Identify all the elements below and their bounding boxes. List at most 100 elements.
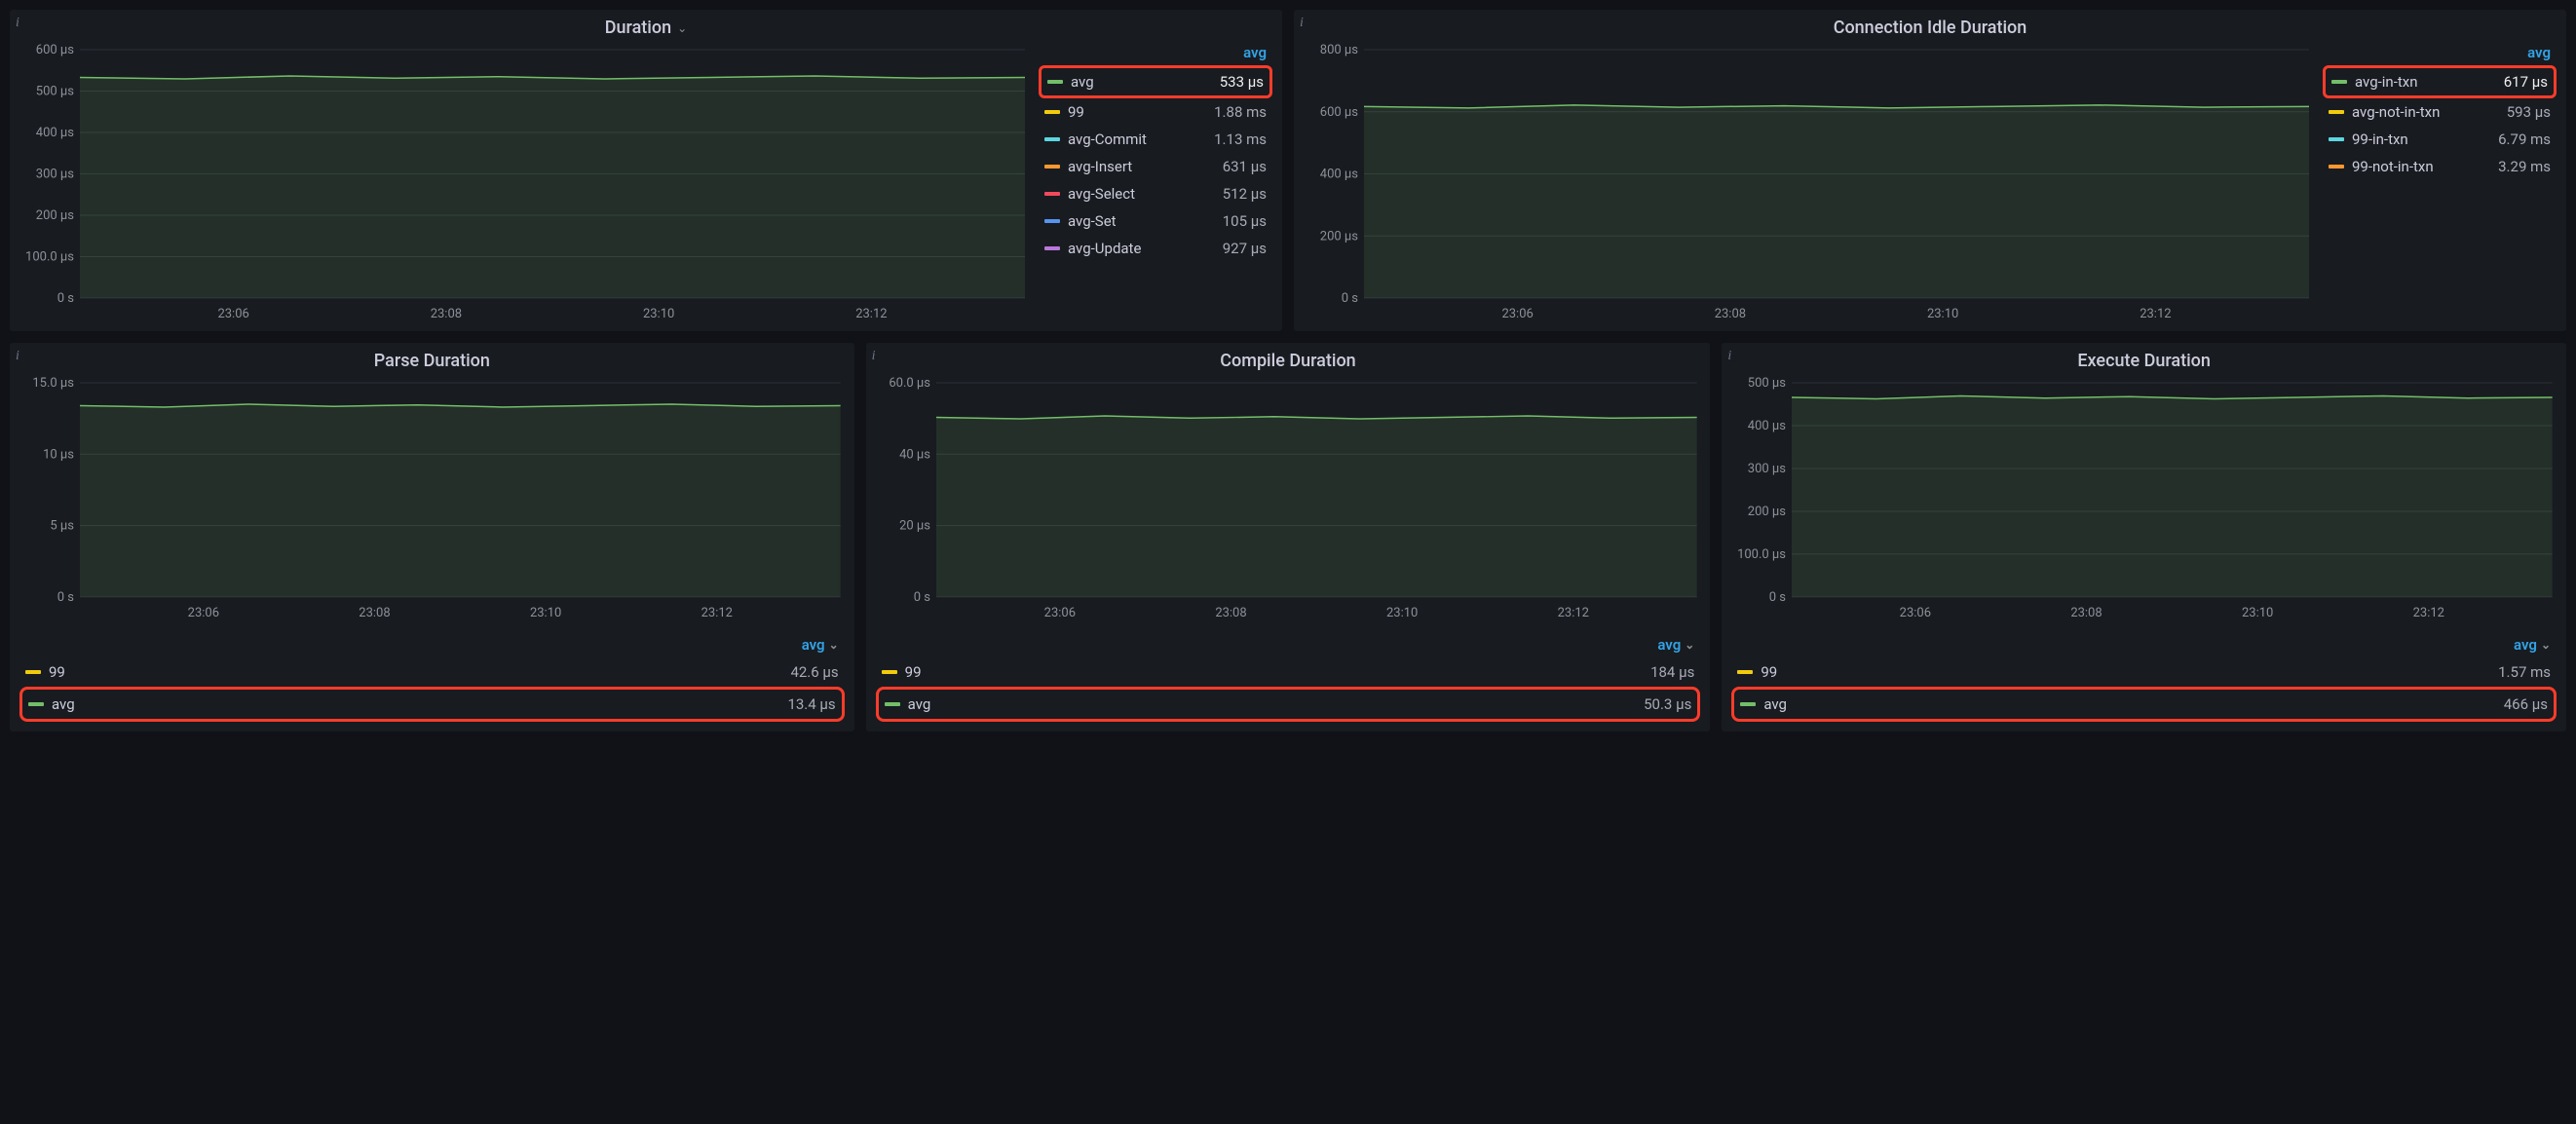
svg-text:23:08: 23:08 (359, 606, 390, 620)
legend-item[interactable]: avg-not-in-txn593 µs (2323, 98, 2557, 126)
legend-item[interactable]: 99 42.6 µs (19, 657, 845, 687)
legend-item[interactable]: avg-Select512 µs (1039, 180, 1272, 207)
legend-item[interactable]: 991.88 ms (1039, 98, 1272, 126)
svg-text:300 µs: 300 µs (36, 168, 75, 182)
legend-value: 631 µs (1223, 158, 1267, 175)
legend-item[interactable]: avg-Commit1.13 ms (1039, 126, 1272, 153)
svg-text:20 µs: 20 µs (899, 519, 930, 534)
legend-rows: 99 1.57 ms avg466 µs (1731, 657, 2557, 722)
legend-header[interactable]: avg (2323, 44, 2557, 65)
legend-item[interactable]: 99-in-txn6.79 ms (2323, 126, 2557, 153)
legend-value: 927 µs (1223, 240, 1267, 257)
info-icon[interactable]: i (872, 349, 876, 364)
legend-swatch (2329, 137, 2344, 141)
svg-text:40 µs: 40 µs (899, 447, 930, 462)
legend-item[interactable]: avg466 µs (1731, 687, 2557, 722)
legend-header[interactable]: avg (1039, 44, 1272, 65)
legend-item[interactable]: avg-Update 927 µs (1039, 235, 1272, 262)
svg-text:200 µs: 200 µs (36, 208, 75, 223)
legend-name: avg-Commit (1068, 131, 1206, 148)
legend-item[interactable]: 99 1.57 ms (1731, 657, 2557, 687)
chart-duration[interactable]: 600 µs500 µs400 µs300 µs200 µs100.0 µs0 … (19, 44, 1029, 321)
legend-name: avg (52, 695, 779, 713)
svg-text:23:10: 23:10 (530, 606, 561, 620)
legend-swatch (1044, 219, 1060, 223)
chevron-down-icon: ⌄ (2541, 638, 2551, 652)
panel-title-button[interactable]: Execute Duration (1731, 351, 2557, 371)
chart-idle[interactable]: 800 µs600 µs400 µs200 µs0 s23:0623:0823:… (1304, 44, 2313, 321)
legend-header-toggle[interactable]: avg ⌄ (1731, 636, 2557, 657)
svg-text:500 µs: 500 µs (1748, 377, 1786, 391)
chevron-down-icon: ⌄ (829, 638, 839, 652)
svg-text:60.0 µs: 60.0 µs (889, 377, 930, 391)
svg-text:800 µs: 800 µs (1320, 44, 1359, 57)
legend-value: 1.57 ms (2498, 663, 2551, 681)
legend-value: 42.6 µs (790, 663, 838, 681)
panel-title-button[interactable]: Compile Duration (876, 351, 1701, 371)
legend-name: 99-in-txn (2352, 131, 2490, 148)
info-icon[interactable]: i (1727, 349, 1731, 364)
svg-text:23:10: 23:10 (2242, 606, 2273, 620)
svg-text:200 µs: 200 µs (1748, 505, 1786, 519)
legend-item[interactable]: 99184 µs (876, 657, 1701, 687)
panel-title-text: Parse Duration (374, 351, 490, 371)
svg-text:200 µs: 200 µs (1320, 229, 1359, 244)
panel-title-button[interactable]: Duration ⌄ (19, 18, 1272, 38)
legend-swatch (1044, 137, 1060, 141)
info-icon[interactable]: i (1300, 16, 1304, 31)
legend-name: 99 (49, 663, 782, 681)
svg-text:23:12: 23:12 (701, 606, 733, 620)
svg-text:400 µs: 400 µs (36, 126, 75, 140)
chart-parse[interactable]: 15.0 µs10 µs5 µs0 s23:0623:0823:1023:12 (19, 377, 845, 620)
panel-title-text: Duration (605, 18, 671, 38)
legend-header-toggle[interactable]: avg ⌄ (876, 636, 1701, 657)
svg-text:23:10: 23:10 (1386, 606, 1418, 620)
legend-item[interactable]: 99-not-in-txn3.29 ms (2323, 153, 2557, 180)
chart-compile[interactable]: 60.0 µs40 µs20 µs0 s23:0623:0823:1023:12 (876, 377, 1701, 620)
chart-execute[interactable]: 500 µs400 µs300 µs200 µs100.0 µs0 s23:06… (1731, 377, 2557, 620)
info-icon[interactable]: i (16, 16, 19, 31)
legend-item[interactable]: avg533 µs (1039, 65, 1272, 98)
legend-name: avg-Insert (1068, 158, 1215, 175)
legend-item[interactable]: avg50.3 µs (876, 687, 1701, 722)
svg-text:400 µs: 400 µs (1748, 419, 1786, 433)
legend-swatch (2331, 80, 2347, 84)
svg-text:23:12: 23:12 (2140, 307, 2171, 321)
legend-duration: avg avg533 µs991.88 msavg-Commit1.13 msa… (1039, 44, 1272, 321)
svg-text:23:08: 23:08 (1215, 606, 1246, 620)
legend-parse: avg ⌄ 99 42.6 µs avg13.4 µs (19, 636, 845, 722)
svg-text:23:08: 23:08 (1715, 307, 1746, 321)
legend-name: avg-Update (1068, 240, 1215, 257)
legend-item[interactable]: avg-Set105 µs (1039, 207, 1272, 235)
legend-value: 593 µs (2507, 103, 2551, 121)
svg-text:23:10: 23:10 (643, 307, 674, 321)
legend-item[interactable]: avg-Insert 631 µs (1039, 153, 1272, 180)
legend-value: 617 µs (2504, 73, 2548, 91)
legend-value: 512 µs (1223, 185, 1267, 203)
info-icon[interactable]: i (16, 349, 19, 364)
svg-text:500 µs: 500 µs (36, 85, 75, 99)
legend-compile: avg ⌄ 99184 µsavg50.3 µs (876, 636, 1701, 722)
dashboard-grid: i Duration ⌄ 600 µs 500 µs 400 µs 300 µs 200… (10, 10, 2566, 731)
legend-name: 99 (1761, 663, 2490, 681)
svg-text:0 s: 0 s (57, 590, 75, 605)
legend-execute: avg ⌄ 99 1.57 ms avg466 µs (1731, 636, 2557, 722)
svg-text:15.0 µs: 15.0 µs (32, 377, 74, 391)
legend-swatch (885, 702, 900, 706)
svg-text:0 s: 0 s (57, 291, 75, 306)
legend-rows: 99184 µsavg50.3 µs (876, 657, 1701, 722)
legend-swatch (882, 670, 897, 674)
panel-title-button[interactable]: Parse Duration (19, 351, 845, 371)
legend-value: 50.3 µs (1644, 695, 1691, 713)
panel-title-text: Execute Duration (2077, 351, 2211, 371)
legend-item[interactable]: avg-in-txn617 µs (2323, 65, 2557, 98)
legend-header-toggle[interactable]: avg ⌄ (19, 636, 845, 657)
svg-text:600 µs: 600 µs (1320, 105, 1359, 120)
legend-name: 99 (905, 663, 1643, 681)
svg-text:23:08: 23:08 (431, 307, 462, 321)
legend-item[interactable]: avg13.4 µs (19, 687, 845, 722)
legend-swatch (1044, 165, 1060, 169)
panel-title-button[interactable]: Connection Idle Duration (1304, 18, 2557, 38)
legend-name: avg (1763, 695, 2495, 713)
svg-text:23:06: 23:06 (1043, 606, 1075, 620)
